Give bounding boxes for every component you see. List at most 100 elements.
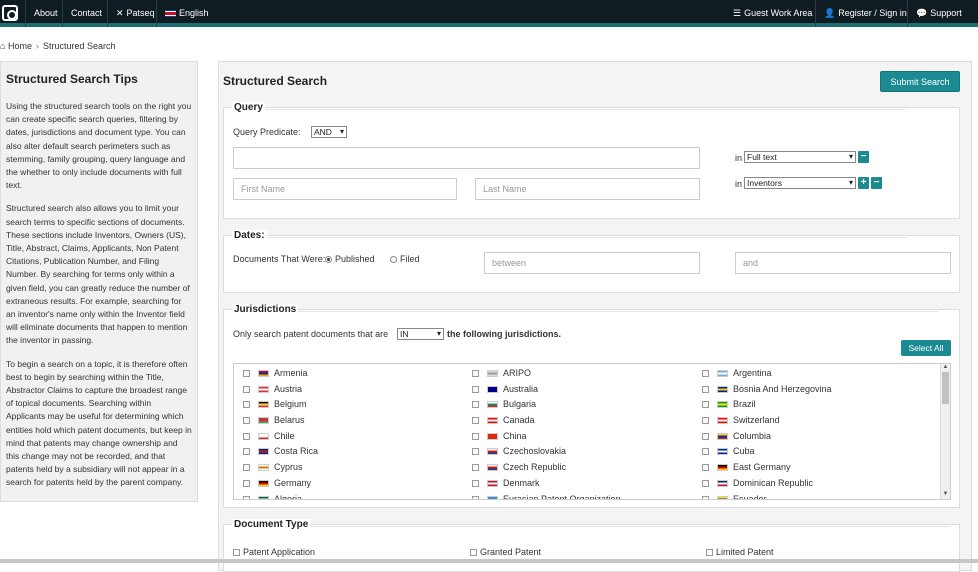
checkbox-icon[interactable] xyxy=(472,417,479,425)
nav-language-label: English xyxy=(179,8,209,18)
nav-guest-work-area[interactable]: ☰ Guest Work Area xyxy=(725,0,820,27)
checkbox-icon[interactable] xyxy=(472,495,479,499)
doctype-option[interactable]: Patent Application xyxy=(233,547,315,557)
checkbox-icon[interactable] xyxy=(243,385,250,393)
first-name-input[interactable]: First Name xyxy=(233,178,457,200)
jurisdiction-item[interactable]: Belgium xyxy=(243,397,318,413)
jurisdiction-item[interactable]: Armenia xyxy=(243,366,318,382)
nav-about[interactable]: About xyxy=(25,0,66,27)
jurisdiction-item[interactable]: Belarus xyxy=(243,413,318,429)
flag-icon xyxy=(487,370,498,377)
jurisdiction-item[interactable]: Brazil xyxy=(702,397,832,413)
jurisdiction-item[interactable]: Denmark xyxy=(472,476,621,492)
nav-patseq[interactable]: ✕ Patseq xyxy=(107,0,163,27)
jurisdiction-item[interactable]: Canada xyxy=(472,413,621,429)
flag-icon xyxy=(487,448,498,456)
jurisdiction-item[interactable]: Eurasian Patent Organization xyxy=(472,492,621,499)
checkbox-icon[interactable] xyxy=(702,479,709,487)
jurisdiction-item[interactable]: Algeria xyxy=(243,492,318,499)
jurisdiction-item[interactable]: Bulgaria xyxy=(472,397,621,413)
jurisdiction-list[interactable]: Armenia Austria Belgium Belarus Chile Costa R… xyxy=(233,363,951,500)
scroll-up-icon[interactable]: ▲ xyxy=(941,364,950,372)
jurisdiction-item[interactable]: Dominican Republic xyxy=(702,476,832,492)
vertical-scrollbar[interactable]: ▲ ▼ xyxy=(940,364,950,499)
jurisdiction-item[interactable]: ARIPO xyxy=(472,366,621,382)
checkbox-icon[interactable] xyxy=(243,417,250,425)
query-field-select[interactable]: Full text xyxy=(744,151,856,163)
checkbox-icon[interactable] xyxy=(243,464,250,472)
jurisdiction-item[interactable]: Columbia xyxy=(702,429,832,445)
logo-icon[interactable] xyxy=(2,5,18,21)
nav-register[interactable]: 👤 Register / Sign in xyxy=(815,0,915,27)
checkbox-icon[interactable] xyxy=(472,370,479,377)
doctype-option[interactable]: Limited Patent xyxy=(706,547,774,557)
query-predicate-select[interactable]: AND xyxy=(311,126,347,138)
add-row-button[interactable]: + xyxy=(858,177,869,189)
jurisdiction-item[interactable]: Cyprus xyxy=(243,460,318,476)
scroll-down-icon[interactable]: ▼ xyxy=(941,491,950,499)
jurisdiction-item[interactable]: Ecuador xyxy=(702,492,832,499)
checkbox-icon[interactable] xyxy=(472,401,479,409)
checkbox-icon[interactable] xyxy=(702,401,709,409)
jurisdiction-item[interactable]: Switzerland xyxy=(702,413,832,429)
checkbox-icon[interactable] xyxy=(243,448,250,456)
checkbox-icon xyxy=(233,549,240,556)
checkbox-icon[interactable] xyxy=(243,479,250,487)
checkbox-icon[interactable] xyxy=(472,464,479,472)
jurisdiction-item[interactable]: China xyxy=(472,429,621,445)
jurisdiction-item[interactable]: Czech Republic xyxy=(472,460,621,476)
jurisdiction-label: Armenia xyxy=(274,368,308,378)
nav-contact[interactable]: Contact xyxy=(62,0,110,27)
submit-search-button[interactable]: Submit Search xyxy=(880,71,960,92)
jurisdiction-item[interactable]: Austria xyxy=(243,382,318,398)
query-term-input[interactable] xyxy=(233,147,700,169)
jurisdiction-item[interactable]: Argentina xyxy=(702,366,832,382)
nav-language[interactable]: English xyxy=(156,0,217,27)
breadcrumb-home[interactable]: Home xyxy=(8,41,32,51)
scroll-thumb[interactable] xyxy=(942,372,949,404)
remove-row-button[interactable]: − xyxy=(858,151,869,163)
checkbox-icon[interactable] xyxy=(702,495,709,499)
checkbox-icon[interactable] xyxy=(702,448,709,456)
jurisdiction-item[interactable]: Bosnia And Herzegovina xyxy=(702,382,832,398)
checkbox-icon[interactable] xyxy=(472,432,479,440)
checkbox-icon[interactable] xyxy=(243,401,250,409)
jurisdiction-item[interactable]: Germany xyxy=(243,476,318,492)
checkbox-icon[interactable] xyxy=(243,432,250,440)
dates-legend: Dates: xyxy=(232,230,899,241)
filed-radio[interactable]: Filed xyxy=(390,254,420,264)
date-and-input[interactable]: and xyxy=(735,252,951,274)
jurisdiction-item[interactable]: Costa Rica xyxy=(243,444,318,460)
chat-icon: 💬 xyxy=(916,8,928,18)
jurisdiction-column: Argentina Bosnia And Herzegovina Brazil Swi… xyxy=(702,366,832,499)
checkbox-icon[interactable] xyxy=(243,370,250,377)
checkbox-icon[interactable] xyxy=(243,495,250,499)
jurisdiction-mode-select[interactable]: IN xyxy=(397,328,444,340)
remove-row-button[interactable]: − xyxy=(871,177,882,189)
checkbox-icon[interactable] xyxy=(472,448,479,456)
nav-support[interactable]: 💬 Support xyxy=(907,0,970,27)
home-icon[interactable]: ⌂ xyxy=(0,41,5,51)
jurisdiction-item[interactable]: East Germany xyxy=(702,460,832,476)
doctype-option[interactable]: Granted Patent xyxy=(470,547,541,557)
checkbox-icon[interactable] xyxy=(702,464,709,472)
jurisdiction-item[interactable]: Australia xyxy=(472,382,621,398)
checkbox-icon[interactable] xyxy=(702,432,709,440)
last-name-input[interactable]: Last Name xyxy=(475,178,700,200)
checkbox-icon[interactable] xyxy=(702,417,709,425)
jurisdiction-item[interactable]: Chile xyxy=(243,429,318,445)
doctype-label: Limited Patent xyxy=(716,547,774,557)
checkbox-icon[interactable] xyxy=(472,385,479,393)
query-field-select[interactable]: Inventors xyxy=(744,177,856,189)
checkbox-icon[interactable] xyxy=(702,385,709,393)
checkbox-icon[interactable] xyxy=(472,479,479,487)
select-all-button[interactable]: Select All xyxy=(901,340,951,356)
tips-title: Structured Search Tips xyxy=(6,72,138,86)
jurisdiction-item[interactable]: Cuba xyxy=(702,444,832,460)
checkbox-icon[interactable] xyxy=(702,370,709,377)
published-radio[interactable]: Published xyxy=(325,254,375,264)
dna-icon: ✕ xyxy=(116,8,124,18)
jurisdiction-item[interactable]: Czechoslovakia xyxy=(472,444,621,460)
date-between-input[interactable]: between xyxy=(484,252,700,274)
uk-flag-icon xyxy=(165,10,176,17)
